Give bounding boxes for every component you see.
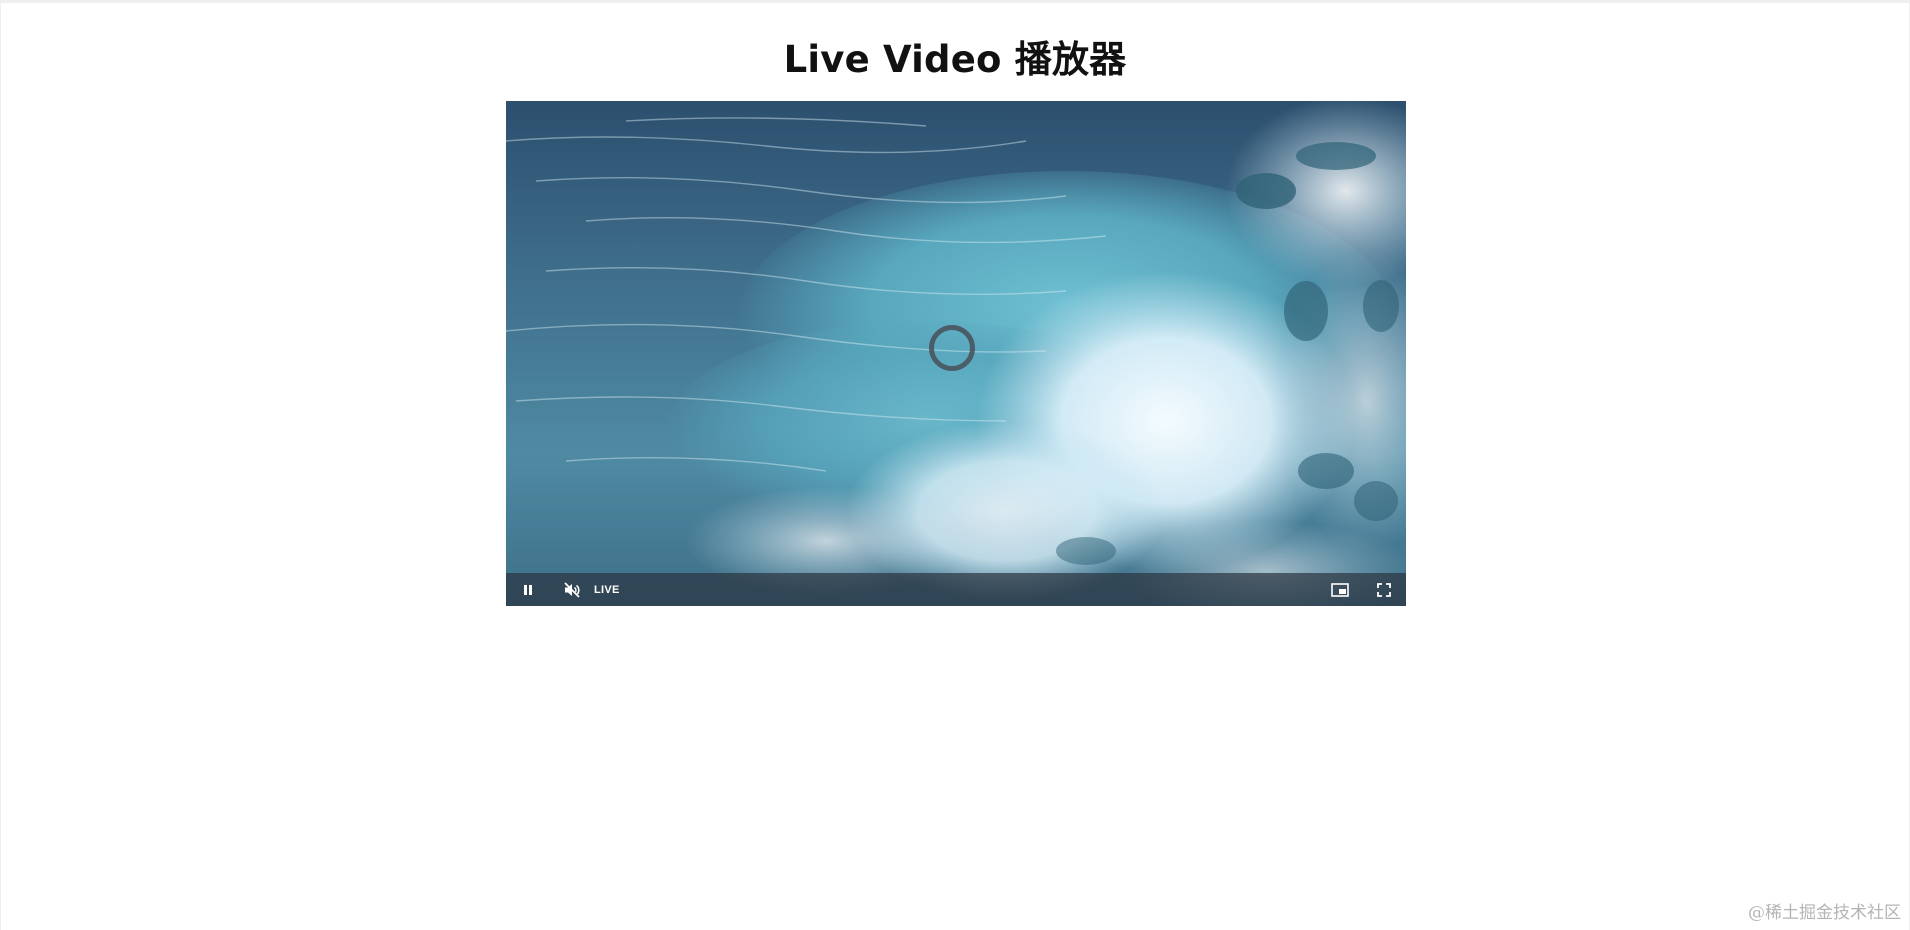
picture-in-picture-icon [1331,582,1349,597]
page-title: Live Video 播放器 [783,38,1127,81]
loading-spinner-icon [929,325,975,371]
play-pause-button[interactable] [506,573,550,606]
picture-in-picture-button[interactable] [1318,573,1362,606]
fullscreen-button[interactable] [1362,573,1406,606]
video-player[interactable]: LIVE [506,101,1406,606]
fullscreen-icon [1377,582,1391,597]
mute-toggle-button[interactable] [550,573,594,606]
control-bar: LIVE [506,573,1406,606]
pause-icon [524,584,532,595]
watermark: @稀土掘金技术社区 [1748,903,1901,923]
live-indicator: LIVE [594,583,620,596]
page: Live Video 播放器 LIVE @稀土掘金技术社区 [0,0,1910,930]
volume-muted-icon [564,581,580,598]
